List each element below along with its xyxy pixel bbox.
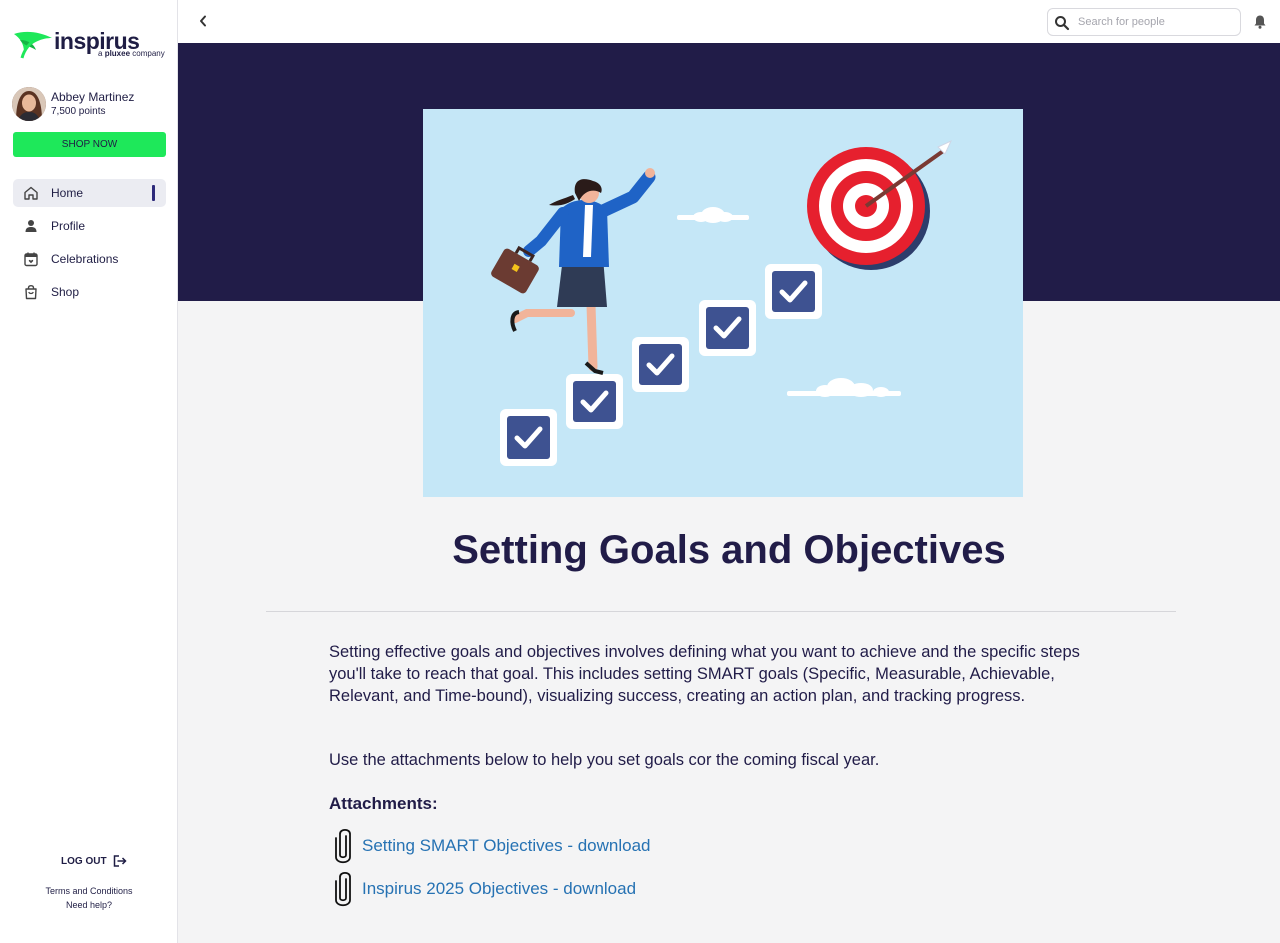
leaf-logo-icon [14, 31, 52, 59]
user-points: 7,500 points [51, 106, 106, 117]
businesswoman-illustration [491, 168, 656, 375]
sidebar-item-label: Shop [51, 285, 80, 299]
checkbox-icon [765, 264, 822, 319]
attachment-item: Setting SMART Objectives - download [333, 827, 651, 865]
checkbox-icon [566, 374, 623, 429]
checkbox-icon [632, 337, 689, 392]
home-icon [24, 186, 38, 200]
logout-button[interactable]: LOG OUT [61, 855, 127, 867]
paperclip-icon [335, 871, 351, 907]
help-link[interactable]: Need help? [0, 900, 178, 910]
person-icon [25, 220, 37, 232]
user-name: Abbey Martinez [51, 90, 135, 104]
inspirus-logo[interactable]: inspirus a pluxee company [12, 28, 165, 62]
avatar[interactable] [12, 87, 46, 121]
search-input[interactable] [1078, 13, 1233, 31]
logout-icon [113, 855, 127, 867]
sidebar-item-home[interactable]: Home [13, 179, 166, 207]
user-card[interactable]: Abbey Martinez 7,500 points [12, 86, 172, 122]
target-icon [807, 139, 953, 270]
sidebar-nav: Home Profile Celebrations Shop [13, 179, 166, 311]
divider [266, 611, 1176, 612]
calendar-icon [24, 252, 38, 267]
terms-link[interactable]: Terms and Conditions [0, 886, 178, 896]
logout-label: LOG OUT [61, 855, 107, 867]
hero-illustration [423, 109, 1023, 497]
search-icon [1055, 16, 1070, 31]
sidebar-item-label: Home [51, 186, 84, 200]
sidebar-item-shop[interactable]: Shop [13, 278, 166, 306]
attachments-heading: Attachments: [329, 794, 438, 813]
chevron-left-icon[interactable] [196, 13, 210, 29]
paperclip-icon [335, 828, 351, 864]
attachment-item: Inspirus 2025 Objectives - download [333, 870, 636, 908]
checkbox-icon [500, 409, 557, 466]
checkbox-steps [500, 264, 822, 466]
sidebar-item-profile[interactable]: Profile [13, 212, 166, 240]
sidebar-item-celebrations[interactable]: Celebrations [13, 245, 166, 273]
article-paragraph: Use the attachments below to help you se… [329, 751, 880, 769]
top-bar [178, 0, 1280, 43]
checkbox-icon [699, 300, 756, 356]
search-box [1047, 8, 1241, 36]
sidebar-item-label: Celebrations [51, 252, 119, 266]
attachment-download-link[interactable]: Setting SMART Objectives - download [362, 836, 651, 856]
bell-icon[interactable] [1253, 14, 1267, 29]
attachment-download-link[interactable]: Inspirus 2025 Objectives - download [362, 879, 636, 899]
shopping-bag-icon [25, 284, 37, 300]
page-title: Setting Goals and Objectives [452, 528, 1006, 572]
logo-tagline: a pluxee company [98, 49, 165, 58]
shop-now-button[interactable]: SHOP NOW [13, 132, 166, 157]
sidebar-item-label: Profile [51, 219, 86, 233]
article-paragraph: Setting effective goals and objectives i… [329, 643, 1080, 705]
sidebar: inspirus a pluxee company Abbey Martinez… [0, 0, 178, 943]
